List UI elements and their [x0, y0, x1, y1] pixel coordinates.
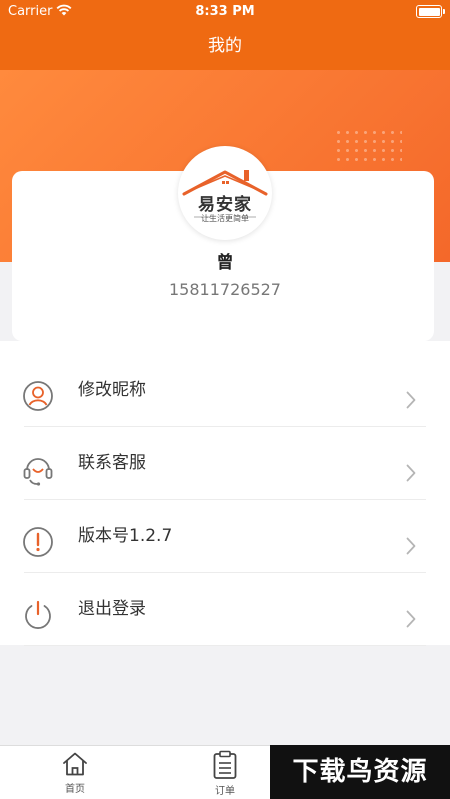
logo-slogan-text: 让生活更简单: [201, 214, 249, 223]
user-name: 曾: [216, 253, 234, 273]
chevron-right-icon: [406, 391, 416, 409]
divider: [24, 645, 426, 646]
chevron-right-icon: [406, 610, 416, 628]
menu-item-label: 版本号1.2.7: [78, 526, 173, 546]
user-icon: [23, 381, 53, 411]
nav-bar: 我的: [0, 24, 450, 70]
settings-menu: 修改昵称 联系客服 版本号1.2.7 退出登录: [0, 341, 450, 646]
menu-item-contact-support[interactable]: 联系客服: [0, 427, 450, 500]
tab-label: 首页: [65, 784, 85, 795]
menu-item-logout[interactable]: 退出登录: [0, 573, 450, 646]
menu-item-label: 退出登录: [78, 599, 146, 619]
dot-pattern-decoration: [334, 128, 402, 162]
clock: 8:33 PM: [195, 4, 255, 19]
menu-item-version[interactable]: 版本号1.2.7: [0, 500, 450, 573]
home-icon: [63, 752, 87, 776]
tab-home[interactable]: 首页: [40, 750, 110, 795]
logo-brand-text: 易安家: [198, 195, 252, 215]
chevron-right-icon: [406, 537, 416, 555]
tab-label: 订单: [215, 786, 235, 797]
clipboard-icon: [213, 750, 237, 779]
menu-item-edit-nickname[interactable]: 修改昵称: [0, 354, 450, 427]
chevron-right-icon: [406, 464, 416, 482]
info-icon: [23, 527, 53, 557]
avatar[interactable]: 易安家 让生活更简单: [178, 146, 272, 240]
battery-icon: [416, 5, 445, 18]
watermark-overlay: 下载鸟资源: [270, 745, 450, 799]
menu-item-label: 联系客服: [78, 453, 146, 473]
status-bar: Carrier 8:33 PM: [0, 0, 450, 24]
headset-icon: [23, 458, 53, 486]
user-phone: 15811726527: [169, 280, 281, 299]
power-icon: [25, 600, 51, 629]
menu-item-label: 修改昵称: [78, 380, 146, 400]
page-title: 我的: [208, 36, 242, 56]
tab-orders[interactable]: 订单: [190, 750, 260, 797]
